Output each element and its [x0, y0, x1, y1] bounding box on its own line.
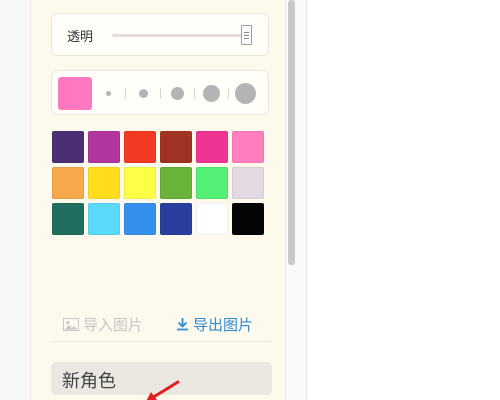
size-separator	[228, 88, 229, 99]
brush-size-2[interactable]	[139, 89, 148, 98]
brush-size-4[interactable]	[203, 85, 220, 102]
new-role-label: 新角色	[62, 371, 116, 392]
divider	[51, 341, 271, 342]
download-icon	[177, 318, 188, 331]
export-image-button[interactable]: 导出图片	[176, 314, 253, 336]
color-swatch[interactable]	[52, 167, 84, 199]
color-swatch[interactable]	[196, 203, 228, 235]
opacity-slider-handle[interactable]	[241, 25, 252, 45]
color-swatch[interactable]	[196, 167, 228, 199]
color-swatch[interactable]	[88, 203, 120, 235]
color-swatch[interactable]	[160, 167, 192, 199]
color-swatch[interactable]	[52, 203, 84, 235]
opacity-slider-track[interactable]	[112, 34, 244, 37]
import-image-label: 导入图片	[83, 316, 144, 334]
color-swatch[interactable]	[124, 167, 156, 199]
color-swatch[interactable]	[232, 203, 264, 235]
color-swatch[interactable]	[124, 131, 156, 163]
color-swatch[interactable]	[160, 203, 192, 235]
opacity-control: 透明	[51, 13, 269, 56]
brush-size-5[interactable]	[235, 83, 256, 104]
color-swatch[interactable]	[52, 131, 84, 163]
color-swatch[interactable]	[160, 131, 192, 163]
color-swatch[interactable]	[232, 167, 264, 199]
import-image-button[interactable]: 导入图片	[63, 314, 143, 336]
color-swatch[interactable]	[124, 203, 156, 235]
size-separator	[125, 88, 126, 99]
tool-panel	[30, 0, 286, 400]
canvas-area[interactable]	[306, 0, 500, 400]
color-swatch[interactable]	[232, 131, 264, 163]
brush-size-3[interactable]	[171, 87, 184, 100]
export-image-label: 导出图片	[193, 316, 254, 334]
size-separator	[194, 88, 195, 99]
color-swatch[interactable]	[88, 167, 120, 199]
panel-scrollbar[interactable]	[288, 0, 295, 265]
left-margin	[0, 0, 30, 400]
current-color-swatch	[58, 77, 92, 110]
image-icon	[63, 318, 79, 331]
color-swatch[interactable]	[196, 131, 228, 163]
size-separator	[160, 88, 161, 99]
paint-app: 透明 导入图片 导出图片 新角色	[0, 0, 500, 400]
brush-size-1[interactable]	[106, 91, 111, 96]
red-arrow-annotation	[146, 380, 180, 400]
color-swatch[interactable]	[88, 131, 120, 163]
brush-size-control	[51, 70, 269, 115]
opacity-label: 透明	[67, 30, 94, 45]
